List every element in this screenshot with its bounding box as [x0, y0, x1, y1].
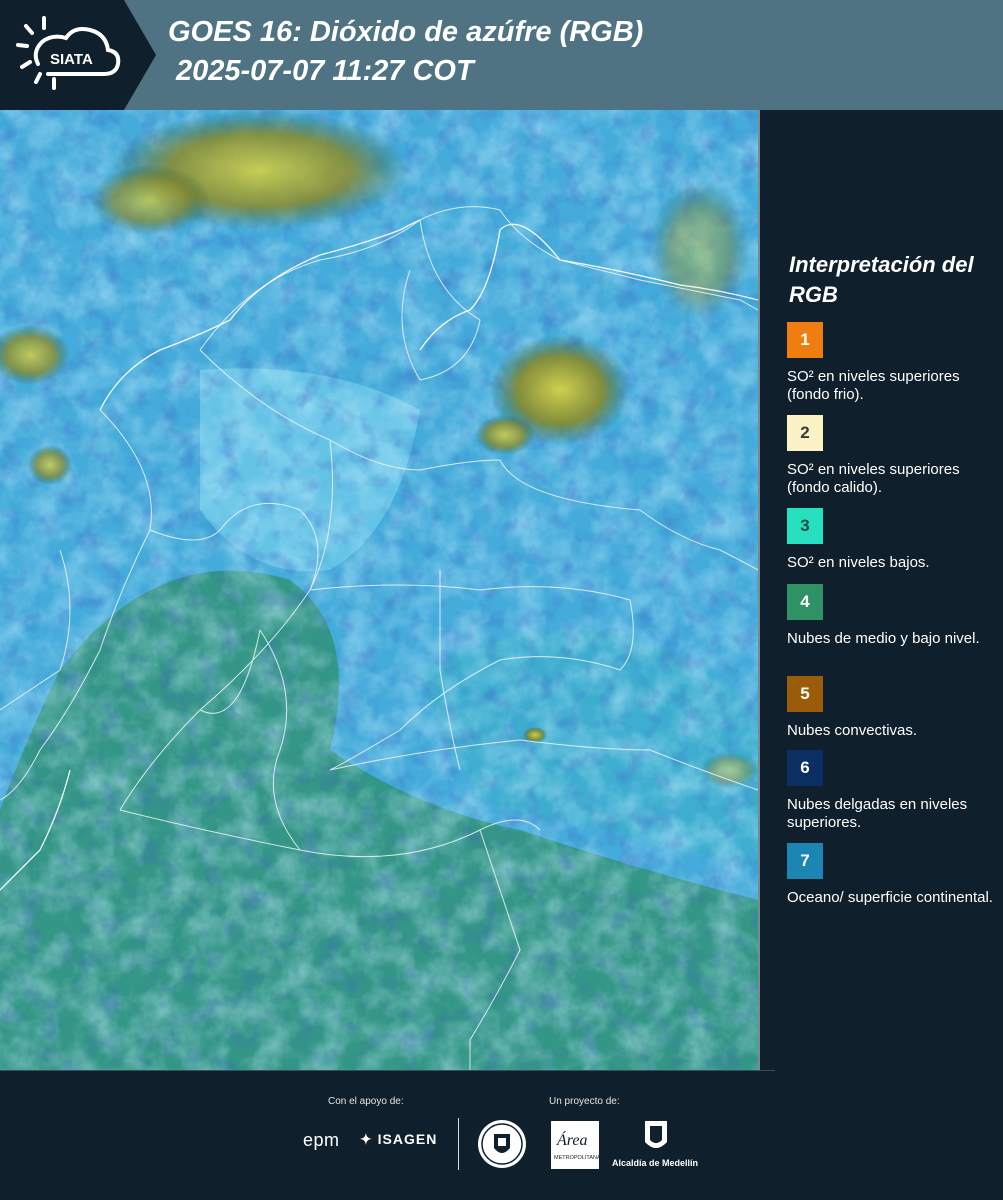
satellite-map[interactable] — [0, 110, 758, 1070]
legend-swatch: 2 — [787, 415, 823, 451]
legend-swatch: 7 — [787, 843, 823, 879]
legend-swatch: 3 — [787, 508, 823, 544]
project-label: Un proyecto de: — [549, 1096, 620, 1107]
legend-item-2: 2 SO² en niveles superiores (fondo calid… — [787, 415, 997, 497]
footer-divider-line — [0, 1070, 775, 1071]
map-canvas — [0, 110, 758, 1070]
alcaldia-shield-icon — [645, 1121, 667, 1148]
page-title: GOES 16: Dióxido de azúfre (RGB) — [168, 16, 644, 48]
svg-text:Área: Área — [556, 1130, 588, 1149]
legend-label: SO² en niveles superiores (fondo calido)… — [787, 461, 960, 496]
epm-logo: epm — [303, 1130, 340, 1150]
legend-swatch: 1 — [787, 322, 823, 358]
svg-text:METROPOLITANA: METROPOLITANA — [554, 1155, 601, 1161]
svg-text:SIATA: SIATA — [50, 51, 93, 68]
siata-logo: SIATA — [16, 16, 121, 90]
footer-divider — [458, 1118, 459, 1170]
legend-label: SO² en niveles superiores (fondo frio). — [787, 368, 960, 403]
legend-item-3: 3 SO² en niveles bajos. — [787, 508, 997, 590]
legend-item-7: 7 Oceano/ superficie continental. — [787, 843, 997, 925]
legend-item-1: 1 SO² en niveles superiores (fondo frio)… — [787, 322, 997, 404]
alcaldia-label: Alcaldía de Medellín — [612, 1158, 699, 1168]
legend-swatch: 5 — [787, 676, 823, 712]
support-label: Con el apoyo de: — [328, 1096, 404, 1107]
legend-label: Nubes de medio y bajo nivel. — [787, 630, 980, 647]
timestamp: 2025-07-07 11:27 COT — [176, 55, 474, 87]
legend-swatch: 6 — [787, 750, 823, 786]
legend-panel: Interpretación del RGB 1 SO² en niveles … — [760, 110, 1003, 1070]
footer: Con el apoyo de: Un proyecto de: epm ✦ I… — [0, 1070, 1003, 1200]
legend-item-6: 6 Nubes delgadas en niveles superiores. — [787, 750, 997, 832]
header: SIATA GOES 16: Dióxido de azúfre (RGB) 2… — [0, 0, 1003, 110]
legend-item-4: 4 Nubes de medio y bajo nivel. — [787, 584, 997, 666]
medellin-seal-icon — [478, 1120, 526, 1168]
legend-label: Nubes delgadas en niveles superiores. — [787, 796, 968, 831]
legend-label: Oceano/ superficie continental. — [787, 889, 993, 906]
isagen-logo: ✦ ISAGEN — [360, 1131, 438, 1147]
area-metropolitana-logo: Área METROPOLITANA — [551, 1121, 601, 1169]
legend-item-5: 5 Nubes convectivas. — [787, 676, 997, 758]
header-arrow — [124, 0, 156, 110]
legend-title: Interpretación del RGB — [789, 252, 974, 307]
legend-swatch: 4 — [787, 584, 823, 620]
